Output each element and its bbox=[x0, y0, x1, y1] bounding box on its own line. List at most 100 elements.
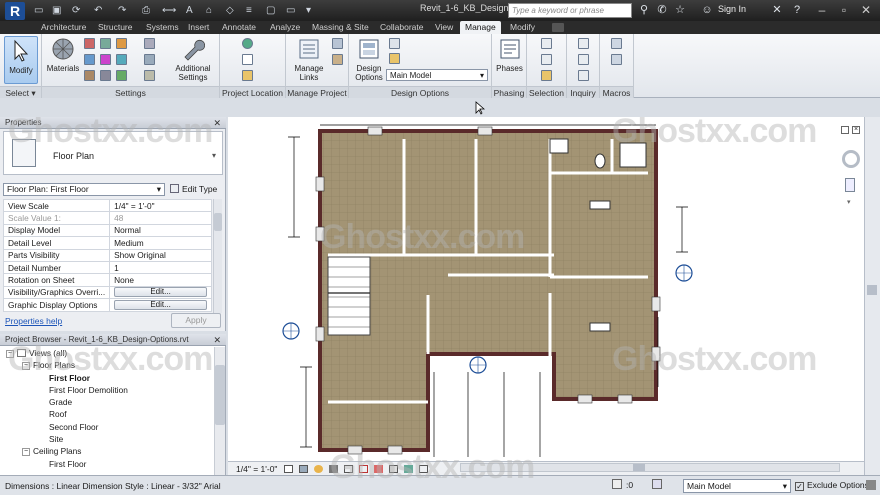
revit-app-menu-button[interactable]: R bbox=[5, 2, 25, 20]
properties-scrollbar[interactable] bbox=[213, 199, 222, 313]
tab-structure[interactable]: Structure bbox=[93, 21, 138, 34]
worksets-icon[interactable] bbox=[612, 479, 622, 489]
detail-level-value[interactable]: Medium bbox=[109, 236, 212, 250]
edit-selection-icon[interactable] bbox=[541, 70, 552, 81]
scroll-thumb[interactable] bbox=[215, 365, 225, 425]
collapse-icon[interactable]: − bbox=[22, 448, 30, 457]
scroll-thumb[interactable] bbox=[867, 285, 877, 295]
type-selector[interactable] bbox=[3, 131, 223, 175]
macro-manager-icon[interactable] bbox=[611, 38, 622, 49]
sign-in-link[interactable]: Sign In bbox=[718, 4, 746, 14]
worksharing-icon[interactable] bbox=[404, 465, 413, 473]
tag-icon[interactable]: A bbox=[186, 4, 193, 17]
collapse-icon[interactable]: − bbox=[6, 349, 14, 358]
tree-item-first-floor-demolition[interactable]: First Floor Demolition bbox=[0, 384, 213, 396]
analytical-model-icon[interactable] bbox=[419, 465, 428, 473]
crop-view-icon[interactable] bbox=[344, 465, 353, 473]
horizontal-scrollbar[interactable] bbox=[460, 463, 840, 472]
visual-style-icon[interactable] bbox=[299, 465, 308, 473]
detail-number-value[interactable]: 1 bbox=[109, 260, 212, 275]
minimize-icon[interactable]: – bbox=[812, 2, 832, 18]
show-crop-region-icon[interactable] bbox=[359, 465, 368, 473]
print-icon[interactable]: ⎙ bbox=[142, 4, 150, 17]
location-globe-icon[interactable] bbox=[242, 38, 253, 49]
tree-item-roof[interactable]: Roof bbox=[0, 408, 213, 420]
reveal-hidden-icon[interactable] bbox=[389, 465, 398, 473]
scroll-thumb[interactable] bbox=[633, 464, 645, 471]
select-dropdown[interactable]: Select ▾ bbox=[0, 86, 41, 98]
save-icon[interactable]: ▣ bbox=[52, 4, 61, 17]
vertical-scrollbar[interactable] bbox=[864, 117, 880, 475]
tree-item-first-floor[interactable]: First Floor bbox=[0, 372, 213, 384]
maximize-icon[interactable]: ▫ bbox=[834, 2, 854, 18]
global-parameters-icon[interactable] bbox=[116, 54, 127, 65]
close-icon[interactable]: ✕ bbox=[856, 2, 876, 18]
additional-settings-button[interactable]: Additional Settings bbox=[170, 37, 216, 82]
coordinates-icon[interactable] bbox=[242, 54, 253, 65]
user-icon[interactable]: ☺ bbox=[700, 3, 714, 17]
favorites-star-icon[interactable]: ☆ bbox=[673, 3, 687, 17]
purge-unused-icon[interactable] bbox=[100, 70, 111, 81]
apply-button[interactable]: Apply bbox=[171, 313, 221, 328]
project-parameters-icon[interactable] bbox=[84, 54, 95, 65]
view-scale-value[interactable]: 1/4" = 1'-0" bbox=[109, 198, 212, 213]
save-selection-icon[interactable] bbox=[541, 38, 552, 49]
tree-item-site[interactable]: Site bbox=[0, 433, 213, 445]
filter-icon[interactable] bbox=[866, 480, 876, 490]
project-units-icon[interactable] bbox=[116, 70, 127, 81]
ribbon-minimize-toggle[interactable] bbox=[552, 23, 564, 32]
tab-manage[interactable]: Manage bbox=[460, 21, 501, 34]
chevron-down-icon[interactable]: ▾ bbox=[847, 198, 851, 206]
manage-links-button[interactable]: Manage Links bbox=[292, 37, 326, 82]
shared-parameters-icon[interactable] bbox=[100, 54, 111, 65]
close-icon[interactable]: ✕ bbox=[213, 117, 221, 129]
restore-icon[interactable] bbox=[841, 126, 849, 134]
tab-modify[interactable]: Modify bbox=[505, 21, 540, 34]
edit-type-button[interactable]: Edit Type bbox=[170, 183, 217, 196]
tab-analyze[interactable]: Analyze bbox=[265, 21, 305, 34]
section-icon[interactable]: ◇ bbox=[226, 4, 234, 17]
tab-systems[interactable]: Systems bbox=[141, 21, 184, 34]
properties-help-link[interactable]: Properties help bbox=[5, 316, 62, 326]
redo-icon[interactable]: ↷ bbox=[118, 4, 126, 17]
measure-icon[interactable]: ⟷ bbox=[162, 4, 176, 17]
rotation-on-sheet-value[interactable]: None bbox=[109, 273, 212, 287]
open-icon[interactable]: ▭ bbox=[34, 4, 43, 17]
steering-wheel-icon[interactable] bbox=[842, 150, 860, 168]
modify-button[interactable]: Modify bbox=[4, 36, 38, 84]
active-option-status-select[interactable]: Main Model ▾ bbox=[683, 479, 791, 493]
transfer-project-standards-icon[interactable] bbox=[84, 70, 95, 81]
drawing-canvas[interactable] bbox=[228, 117, 864, 461]
materials-button[interactable]: Materials bbox=[44, 37, 82, 73]
tree-item-second-floor[interactable]: Second Floor bbox=[0, 421, 213, 433]
browser-scrollbar[interactable] bbox=[214, 347, 225, 475]
exclude-options-checkbox[interactable]: ✓ Exclude Options bbox=[795, 480, 869, 491]
default-3d-view-icon[interactable]: ⌂ bbox=[206, 4, 212, 17]
binoculars-icon[interactable]: ⚲ bbox=[637, 3, 651, 17]
instance-filter-select[interactable]: Floor Plan: First Floor ▾ bbox=[3, 183, 165, 196]
help-icon[interactable]: ? bbox=[790, 3, 804, 17]
tab-massing-site[interactable]: Massing & Site bbox=[307, 21, 374, 34]
vg-overrides-edit-button[interactable]: Edit... bbox=[114, 287, 207, 298]
tab-view[interactable]: View bbox=[430, 21, 458, 34]
zoom-icon[interactable] bbox=[845, 178, 855, 192]
temporary-hide-icon[interactable] bbox=[374, 465, 383, 473]
mep-settings-icon[interactable] bbox=[144, 54, 155, 65]
load-selection-icon[interactable] bbox=[541, 54, 552, 65]
add-to-set-icon[interactable] bbox=[389, 38, 400, 49]
active-design-option-select[interactable]: Main Model ▾ bbox=[386, 69, 488, 81]
design-options-status-icon[interactable] bbox=[652, 479, 662, 489]
project-information-icon[interactable] bbox=[116, 38, 127, 49]
detail-level-icon[interactable] bbox=[284, 465, 293, 473]
object-styles-icon[interactable] bbox=[84, 38, 95, 49]
shadows-icon[interactable] bbox=[329, 465, 338, 473]
warnings-icon[interactable] bbox=[578, 70, 589, 81]
select-by-id-icon[interactable] bbox=[578, 54, 589, 65]
sun-path-icon[interactable] bbox=[314, 465, 323, 473]
qat-dropdown-icon[interactable]: ▾ bbox=[306, 4, 311, 17]
design-options-button[interactable]: Design Options bbox=[352, 37, 386, 82]
phases-button[interactable]: Phases bbox=[494, 37, 525, 73]
close-view-icon[interactable]: × bbox=[852, 126, 860, 134]
thin-lines-icon[interactable]: ≡ bbox=[246, 4, 252, 17]
search-input[interactable]: Type a keyword or phrase bbox=[508, 3, 632, 18]
